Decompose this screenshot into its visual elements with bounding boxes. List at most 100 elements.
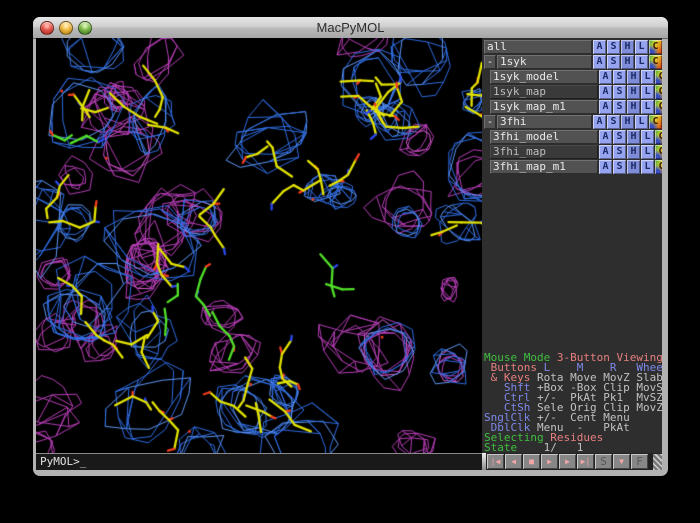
object-action-buttons: ASHLC [598, 145, 662, 159]
object-row-3fhi_map: 3fhi_mapASHLC [482, 145, 662, 159]
viewport-3d[interactable] [36, 38, 482, 453]
group-collapse-toggle[interactable]: - [484, 55, 496, 69]
action-c-button[interactable]: C [655, 160, 662, 174]
action-a-button[interactable]: A [599, 145, 612, 159]
scene-button[interactable]: S [595, 454, 612, 469]
action-s-button[interactable]: S [613, 100, 626, 114]
viewport-column: PyMOL>_ [36, 38, 482, 470]
object-row-1syk: -1sykASHLC [482, 55, 662, 69]
app-window: MacPyMOL PyMOL>_ allASHLC-1sykASHLC1syk_… [33, 17, 668, 476]
action-h-button[interactable]: H [621, 40, 634, 54]
menu-button[interactable]: ▼ [613, 454, 630, 469]
object-action-buttons: ASHLC [592, 55, 662, 69]
object-name-area: all [484, 40, 592, 54]
action-h-button[interactable]: H [621, 55, 634, 69]
step-forward-button[interactable]: ▶ [559, 454, 576, 469]
object-name-button[interactable]: 3fhi_map_m1 [490, 160, 598, 174]
state-line[interactable]: State 1/ 1 [484, 443, 662, 453]
action-c-button[interactable]: C [649, 40, 662, 54]
action-c-button[interactable]: C [649, 115, 662, 129]
action-s-button[interactable]: S [613, 85, 626, 99]
action-s-button[interactable]: S [607, 115, 620, 129]
page-background: { "window": { "title": "MacPyMOL" }, "co… [0, 0, 700, 523]
action-l-button[interactable]: L [641, 160, 654, 174]
action-s-button[interactable]: S [607, 55, 620, 69]
action-l-button[interactable]: L [641, 70, 654, 84]
action-c-button[interactable]: C [655, 130, 662, 144]
action-h-button[interactable]: H [627, 160, 640, 174]
object-name-area: -1syk [484, 55, 592, 69]
action-h-button[interactable]: H [627, 85, 640, 99]
action-c-button[interactable]: C [655, 100, 662, 114]
action-a-button[interactable]: A [599, 160, 612, 174]
object-name-button[interactable]: all [484, 40, 592, 54]
action-h-button[interactable]: H [627, 130, 640, 144]
action-l-button[interactable]: L [641, 130, 654, 144]
object-action-buttons: ASHLC [598, 70, 662, 84]
object-name-area: 1syk_map_m1 [484, 100, 598, 114]
action-l-button[interactable]: L [641, 100, 654, 114]
action-h-button[interactable]: H [627, 100, 640, 114]
action-s-button[interactable]: S [613, 145, 626, 159]
group-collapse-toggle[interactable]: - [484, 115, 496, 129]
object-name-button[interactable]: 1syk [497, 55, 592, 69]
action-l-button[interactable]: L [635, 40, 648, 54]
action-a-button[interactable]: A [593, 115, 606, 129]
object-action-buttons: ASHLC [598, 160, 662, 174]
go-to-start-button[interactable]: |◀ [487, 454, 504, 469]
action-a-button[interactable]: A [599, 100, 612, 114]
object-name-area: 1syk_model [484, 70, 598, 84]
action-l-button[interactable]: L [635, 55, 648, 69]
object-action-buttons: ASHLC [598, 100, 662, 114]
object-row-1syk_map: 1syk_mapASHLC [482, 85, 662, 99]
play-button[interactable]: ▶ [541, 454, 558, 469]
fullscreen-button[interactable]: F [631, 454, 648, 469]
playback-bar: |◀◀■▶▶▶|S▼F [482, 453, 662, 470]
action-c-button[interactable]: C [649, 55, 662, 69]
command-cursor: _ [80, 455, 87, 468]
object-name-area: 3fhi_map_m1 [484, 160, 598, 174]
action-a-button[interactable]: A [599, 85, 612, 99]
object-row-all: allASHLC [482, 40, 662, 54]
action-c-button[interactable]: C [655, 85, 662, 99]
window-title: MacPyMOL [33, 20, 668, 35]
action-h-button[interactable]: H [627, 145, 640, 159]
window-content: PyMOL>_ allASHLC-1sykASHLC1syk_modelASHL… [36, 38, 662, 470]
object-name-button[interactable]: 3fhi_map [490, 145, 598, 159]
action-a-button[interactable]: A [593, 40, 606, 54]
object-name-button[interactable]: 1syk_map_m1 [490, 100, 598, 114]
go-to-end-button[interactable]: ▶| [577, 454, 594, 469]
object-name-button[interactable]: 1syk_model [490, 70, 598, 84]
object-name-button[interactable]: 1syk_map [490, 85, 598, 99]
command-line[interactable]: PyMOL>_ [36, 453, 482, 470]
object-name-button[interactable]: 3fhi [497, 115, 592, 129]
object-name-button[interactable]: 3fhi_model [490, 130, 598, 144]
object-panel: allASHLC-1sykASHLC1syk_modelASHLC1syk_ma… [482, 38, 662, 175]
object-row-3fhi_model: 3fhi_modelASHLC [482, 130, 662, 144]
playback-bar-cap [482, 453, 486, 470]
action-c-button[interactable]: C [655, 70, 662, 84]
action-a-button[interactable]: A [599, 130, 612, 144]
object-action-buttons: ASHLC [592, 40, 662, 54]
object-action-buttons: ASHLC [598, 130, 662, 144]
object-row-3fhi_map_m1: 3fhi_map_m1ASHLC [482, 160, 662, 174]
action-l-button[interactable]: L [641, 145, 654, 159]
action-l-button[interactable]: L [635, 115, 648, 129]
object-name-area: -3fhi [484, 115, 592, 129]
action-h-button[interactable]: H [627, 70, 640, 84]
action-l-button[interactable]: L [641, 85, 654, 99]
object-row-1syk_model: 1syk_modelASHLC [482, 70, 662, 84]
object-row-1syk_map_m1: 1syk_map_m1ASHLC [482, 100, 662, 114]
action-s-button[interactable]: S [613, 70, 626, 84]
action-s-button[interactable]: S [613, 160, 626, 174]
action-s-button[interactable]: S [607, 40, 620, 54]
action-a-button[interactable]: A [593, 55, 606, 69]
action-h-button[interactable]: H [621, 115, 634, 129]
action-c-button[interactable]: C [655, 145, 662, 159]
action-a-button[interactable]: A [599, 70, 612, 84]
action-s-button[interactable]: S [613, 130, 626, 144]
resize-grip[interactable] [653, 454, 662, 470]
stop-button[interactable]: ■ [523, 454, 540, 469]
titlebar[interactable]: MacPyMOL [33, 17, 668, 39]
step-back-button[interactable]: ◀ [505, 454, 522, 469]
